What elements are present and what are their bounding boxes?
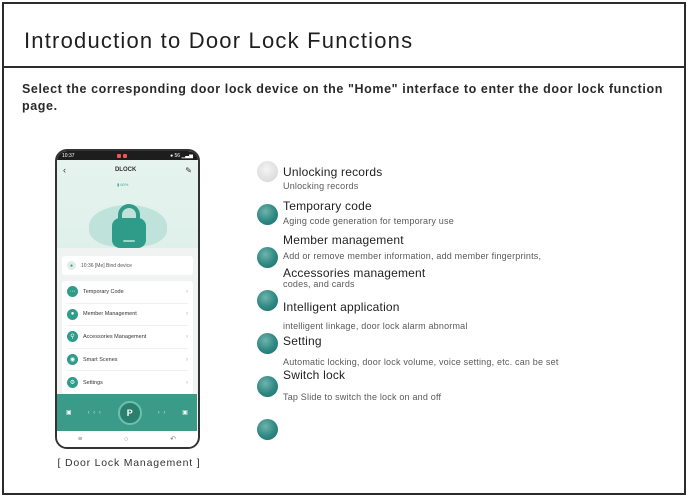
menu-item-smart-scenes[interactable]: ◉ Smart Scenes ›	[67, 349, 188, 372]
menu-item-label: Settings	[83, 379, 103, 386]
slide-left-arrows: ‹ ‹ ‹	[87, 409, 102, 416]
lock-icon	[112, 218, 146, 248]
menu-item-temporary-code[interactable]: ⋯ Temporary Code ›	[67, 281, 188, 304]
page-title: Introduction to Door Lock Functions	[24, 28, 414, 53]
bullet-icon	[257, 333, 278, 354]
phone-caption: [ Door Lock Management ]	[57, 457, 201, 469]
bullet-icon	[257, 161, 278, 182]
feature-desc-intelligent-application: intelligent linkage, door lock alarm abn…	[283, 321, 468, 331]
bullet-icon	[257, 290, 278, 311]
notice-card[interactable]: ● 10:36 [Me] Bind device	[62, 256, 193, 275]
feature-desc-accessories-management: codes, and cards	[283, 279, 355, 289]
feature-title-unlocking-records: Unlocking records	[283, 165, 383, 179]
menu-item-label: Member Management	[83, 311, 137, 318]
header: Introduction to Door Lock Functions	[4, 4, 684, 68]
feature-title-accessories-management: Accessories management	[283, 266, 426, 280]
feature-title-setting: Setting	[283, 334, 322, 348]
chevron-right-icon: ›	[186, 311, 188, 318]
status-time: 10:37	[62, 152, 75, 159]
bullet-icon	[257, 247, 278, 268]
function-menu: ⋯ Temporary Code › ● Member Management ›…	[62, 281, 193, 394]
bell-icon: ●	[67, 261, 76, 270]
phone-mockup: 10:37 ● 56 ▁▃▅ ‹ DLOCK ✎ ▮ 60% ● 10:36 […	[55, 149, 200, 449]
menu-item-label: Accessories Management	[83, 333, 147, 340]
status-right: ● 56 ▁▃▅	[170, 152, 193, 159]
slide-knob[interactable]: P	[117, 400, 142, 425]
lock-open-icon: ▣	[182, 410, 188, 416]
app-content: ● 10:36 [Me] Bind device ⋯ Temporary Cod…	[57, 248, 198, 398]
gear-icon: ⚙	[67, 377, 78, 389]
feature-title-switch-lock: Switch lock	[283, 368, 346, 382]
status-notification-icons	[117, 153, 128, 158]
chevron-right-icon: ›	[186, 288, 188, 295]
menu-item-settings[interactable]: ⚙ Settings ›	[67, 371, 188, 394]
slide-right-arrows: › ›	[157, 409, 167, 416]
back-icon[interactable]: ‹	[63, 165, 66, 175]
bullet-icon	[257, 204, 278, 225]
feature-title-temporary-code: Temporary code	[283, 199, 372, 213]
menu-icon[interactable]: ≡	[78, 436, 82, 443]
scene-icon: ◉	[67, 354, 78, 366]
app-header: ‹ DLOCK ✎ ▮ 60%	[57, 160, 198, 248]
menu-item-accessories-management[interactable]: ⚲ Accessories Management ›	[67, 326, 188, 349]
bullet-icon	[257, 376, 278, 397]
chevron-right-icon: ›	[186, 333, 188, 340]
lock-slot	[123, 240, 135, 242]
menu-item-member-management[interactable]: ● Member Management ›	[67, 304, 188, 327]
app-nav: ‹ DLOCK ✎	[57, 160, 198, 176]
app-title: DLOCK	[114, 167, 137, 173]
slide-to-unlock-bar[interactable]: ▣ ‹ ‹ ‹ P › › ▣	[57, 394, 197, 431]
feature-desc-member-management: Add or remove member information, add me…	[283, 251, 542, 261]
chevron-right-icon: ›	[186, 379, 188, 386]
intro-text: Select the corresponding door lock devic…	[22, 82, 663, 113]
home-icon[interactable]: ○	[124, 436, 128, 443]
back-nav-icon[interactable]: ↶	[170, 435, 176, 443]
system-nav-bar: ≡ ○ ↶	[57, 431, 197, 447]
feature-desc-unlocking-records: Unlocking records	[283, 181, 359, 191]
feature-title-intelligent-application: Intelligent application	[283, 300, 400, 314]
bullet-icon	[257, 419, 278, 440]
feature-desc-temporary-code: Aging code generation for temporary use	[283, 216, 454, 226]
menu-item-label: Temporary Code	[83, 288, 124, 295]
status-bar: 10:37 ● 56 ▁▃▅	[57, 151, 198, 160]
user-icon: ●	[67, 308, 78, 320]
key-icon: ⚲	[67, 331, 78, 343]
chevron-right-icon: ›	[186, 356, 188, 363]
edit-icon[interactable]: ✎	[185, 166, 192, 175]
feature-title-member-management: Member management	[283, 233, 404, 247]
lock-closed-icon: ▣	[66, 410, 72, 416]
feature-desc-setting: Automatic locking, door lock volume, voi…	[283, 357, 559, 367]
menu-item-label: Smart Scenes	[83, 356, 118, 363]
grid-icon: ⋯	[67, 286, 78, 298]
feature-desc-switch-lock: Tap Slide to switch the lock on and off	[283, 392, 442, 402]
battery-level: ▮ 60%	[117, 182, 129, 187]
notice-text: 10:36 [Me] Bind device	[81, 262, 132, 269]
